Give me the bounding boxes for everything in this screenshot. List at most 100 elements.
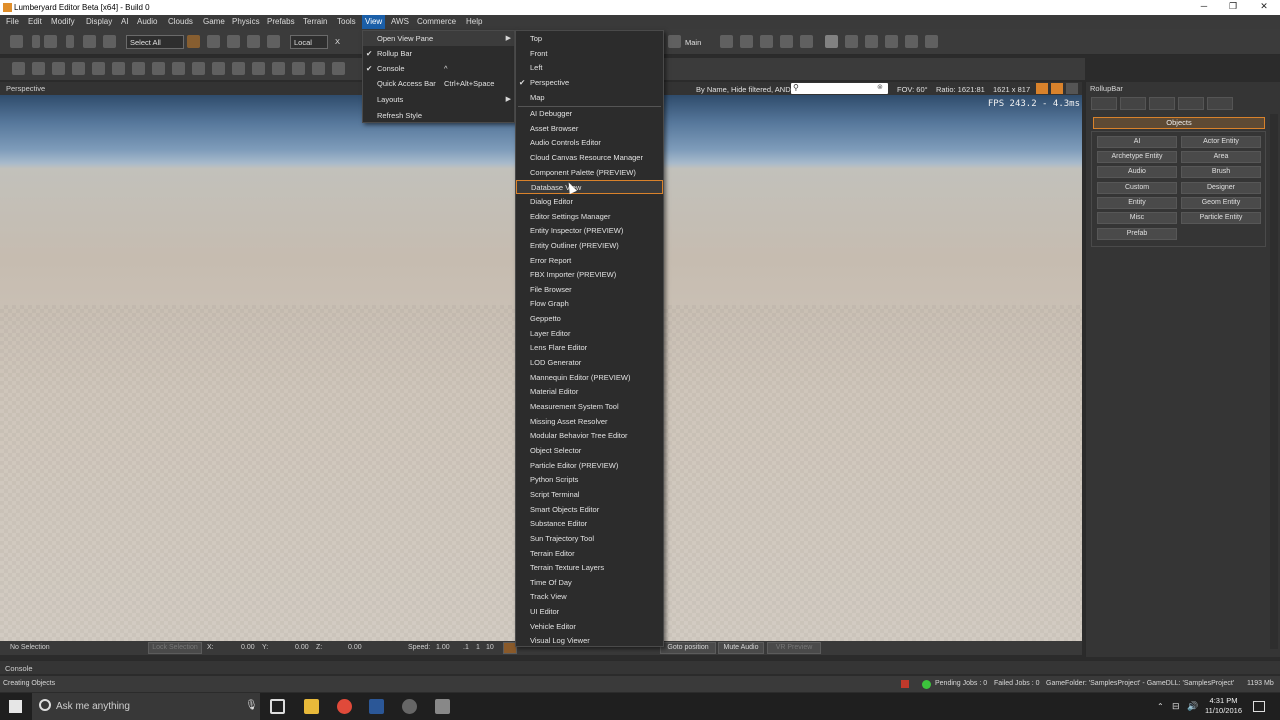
display-tab-icon[interactable]	[1178, 97, 1204, 110]
pane-measurement-system-tool[interactable]: Measurement System Tool	[516, 400, 663, 414]
menu-view[interactable]: View	[362, 15, 386, 29]
pane-modular-behavior-tree-editor[interactable]: Modular Behavior Tree Editor	[516, 429, 663, 443]
toolbar2-icon-10[interactable]	[192, 62, 205, 75]
toolbar2-icon-4[interactable]	[72, 62, 85, 75]
pane-time-of-day[interactable]: Time Of Day	[516, 576, 663, 590]
taskbar-clock[interactable]: 4:31 PM 11/10/2016	[1205, 696, 1242, 716]
toolbar2-icon-6[interactable]	[112, 62, 125, 75]
pane-audio-controls-editor[interactable]: Audio Controls Editor	[516, 136, 663, 150]
toolbar2-icon-3[interactable]	[52, 62, 65, 75]
pane-terrain-texture-layers[interactable]: Terrain Texture Layers	[516, 561, 663, 575]
rollup-scrollbar[interactable]	[1270, 114, 1278, 649]
pane-smart-objects-editor[interactable]: Smart Objects Editor	[516, 503, 663, 517]
toolbar2-icon-16[interactable]	[312, 62, 325, 75]
menu-item-open-view-pane[interactable]: Open View Pane ▶	[363, 31, 514, 46]
lock-selection-button[interactable]: Lock Selection	[148, 642, 202, 654]
coordinate-system-select[interactable]: Local	[290, 35, 328, 49]
pane-perspective[interactable]: ✔ Perspective	[516, 76, 663, 90]
chrome-icon[interactable]	[337, 699, 352, 714]
settings-icon[interactable]	[885, 35, 898, 48]
maximize-button[interactable]: ❐	[1219, 1, 1247, 14]
physics-icon[interactable]	[845, 35, 858, 48]
magnet-icon[interactable]	[865, 35, 878, 48]
mute-audio-button[interactable]: Mute Audio	[718, 642, 764, 654]
object-audio-button[interactable]: Audio	[1097, 166, 1177, 178]
close-button[interactable]: ✕	[1250, 1, 1278, 14]
toolbar2-icon-14[interactable]	[272, 62, 285, 75]
menu-audio[interactable]: Audio	[137, 17, 157, 26]
pane-cloud-canvas-resource-manager[interactable]: Cloud Canvas Resource Manager	[516, 151, 663, 165]
pane-object-selector[interactable]: Object Selector	[516, 444, 663, 458]
pane-ai-debugger[interactable]: AI Debugger	[516, 107, 663, 121]
toolbar2-icon-7[interactable]	[132, 62, 145, 75]
notifications-icon[interactable]	[1253, 701, 1265, 712]
error-icon[interactable]	[901, 680, 909, 688]
pane-front[interactable]: Front	[516, 47, 663, 61]
file-explorer-icon[interactable]	[304, 699, 319, 714]
menu-edit[interactable]: Edit	[28, 17, 42, 26]
redo-dropdown-icon[interactable]	[66, 35, 74, 48]
axis-x-button[interactable]: X	[335, 37, 340, 46]
pane-substance-editor[interactable]: Substance Editor	[516, 517, 663, 531]
pane-dialog-editor[interactable]: Dialog Editor	[516, 195, 663, 209]
pane-missing-asset-resolver[interactable]: Missing Asset Resolver	[516, 415, 663, 429]
objects-section-header[interactable]: Objects	[1093, 117, 1265, 129]
object-brush-button[interactable]: Brush	[1181, 166, 1261, 178]
pane-lod-generator[interactable]: LOD Generator	[516, 356, 663, 370]
menu-commerce[interactable]: Commerce	[417, 17, 456, 26]
windows-start-icon[interactable]	[9, 700, 22, 713]
rotate-tool-icon[interactable]	[227, 35, 240, 48]
toolbar2-icon-1[interactable]	[12, 62, 25, 75]
object-ai-button[interactable]: AI	[1097, 136, 1177, 148]
pane-file-browser[interactable]: File Browser	[516, 283, 663, 297]
link-icon[interactable]	[83, 35, 96, 48]
object-actor-entity-button[interactable]: Actor Entity	[1181, 136, 1261, 148]
task-view-icon[interactable]	[270, 699, 285, 714]
pane-component-palette-preview[interactable]: Component Palette (PREVIEW)	[516, 166, 663, 180]
grid-icon[interactable]	[760, 35, 773, 48]
microphone-icon[interactable]: 🎙	[245, 700, 258, 711]
pane-track-view[interactable]: Track View	[516, 590, 663, 604]
object-archetype-entity-button[interactable]: Archetype Entity	[1097, 151, 1177, 163]
taskbar-search-box[interactable]: Ask me anything 🎙	[32, 693, 260, 720]
speed-option-01[interactable]: .1	[463, 644, 469, 651]
pane-top[interactable]: Top	[516, 32, 663, 46]
pane-map[interactable]: Map	[516, 91, 663, 105]
toolbar2-icon-9[interactable]	[172, 62, 185, 75]
terrain-tab-icon[interactable]	[1120, 97, 1146, 110]
viewport-option-icon-1[interactable]	[1036, 83, 1048, 94]
pane-entity-outliner-preview[interactable]: Entity Outliner (PREVIEW)	[516, 239, 663, 253]
menu-item-layouts[interactable]: Layouts ▶	[363, 92, 514, 107]
network-icon[interactable]: ⊟	[1172, 701, 1180, 712]
object-custom-button[interactable]: Custom	[1097, 182, 1177, 194]
toolbar2-icon-8[interactable]	[152, 62, 165, 75]
pane-material-editor[interactable]: Material Editor	[516, 385, 663, 399]
toolbar2-icon-5[interactable]	[92, 62, 105, 75]
menu-clouds[interactable]: Clouds	[168, 17, 193, 26]
pane-particle-editor-preview[interactable]: Particle Editor (PREVIEW)	[516, 459, 663, 473]
menu-item-quick-access-bar[interactable]: Quick Access Bar Ctrl+Alt+Space	[363, 76, 514, 91]
viewport-menu-icon[interactable]	[1066, 83, 1078, 94]
flowgraph-icon[interactable]	[825, 35, 838, 48]
app-icon-circle[interactable]	[402, 699, 417, 714]
goto-position-button[interactable]: Goto position	[660, 642, 716, 654]
pane-left[interactable]: Left	[516, 61, 663, 75]
snap-angle-icon[interactable]	[740, 35, 753, 48]
object-geom-entity-button[interactable]: Geom Entity	[1181, 197, 1261, 209]
pane-vehicle-editor[interactable]: Vehicle Editor	[516, 620, 663, 634]
menu-terrain[interactable]: Terrain	[303, 17, 327, 26]
toolbar2-icon-2[interactable]	[32, 62, 45, 75]
x-value[interactable]: 0.00	[241, 644, 255, 651]
move-tool-icon[interactable]	[207, 35, 220, 48]
object-area-button[interactable]: Area	[1181, 151, 1261, 163]
toolbar2-icon-17[interactable]	[332, 62, 345, 75]
pane-script-terminal[interactable]: Script Terminal	[516, 488, 663, 502]
tray-chevron-icon[interactable]: ⌃	[1157, 702, 1164, 711]
toolbar2-icon-12[interactable]	[232, 62, 245, 75]
redo-icon[interactable]	[44, 35, 57, 48]
object-misc-button[interactable]: Misc	[1097, 212, 1177, 224]
menu-item-refresh-style[interactable]: Refresh Style	[363, 108, 514, 123]
pane-terrain-editor[interactable]: Terrain Editor	[516, 547, 663, 561]
pane-asset-browser[interactable]: Asset Browser	[516, 122, 663, 136]
word-icon[interactable]	[369, 699, 384, 714]
